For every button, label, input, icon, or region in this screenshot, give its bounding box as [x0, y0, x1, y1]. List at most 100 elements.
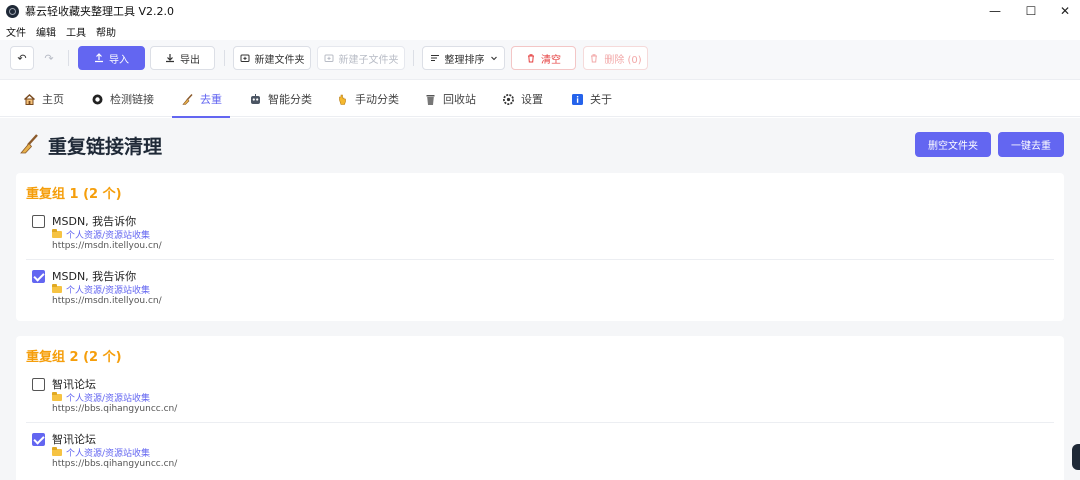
- trash-icon: [528, 54, 534, 63]
- chevron-down-icon: [490, 56, 497, 61]
- toolbar-divider: [224, 50, 225, 66]
- folder-icon: [52, 447, 62, 456]
- folder-icon: [52, 284, 62, 293]
- toolbar-divider: [413, 50, 414, 66]
- list-item[interactable]: 智讯论坛 个人资源/资源站收集 https://bbs.qihangyuncc.…: [26, 422, 1054, 474]
- menu-tools[interactable]: 工具: [66, 24, 86, 39]
- list-item[interactable]: 智讯论坛 个人资源/资源站收集 https://bbs.qihangyuncc.…: [26, 368, 1054, 420]
- page-title: 重复链接清理: [48, 136, 163, 158]
- group-title: 重复组 1 (2 个): [26, 187, 122, 202]
- toolbar-divider: [68, 50, 69, 66]
- tab-recycle-bin[interactable]: 回收站: [423, 81, 476, 117]
- tab-label: 设置: [521, 93, 543, 106]
- dedupe-panel: 重复链接清理 删空文件夹 一键去重 重复组 1 (2 个) MSDN, 我告诉你…: [0, 118, 1080, 480]
- tab-about[interactable]: 关于: [570, 81, 612, 117]
- tab-manual-classify[interactable]: 手动分类: [335, 81, 399, 117]
- tab-bar: 主页 检测链接 去重 智能分类 手动分类 回收站 设置 关于: [0, 81, 1080, 118]
- new-folder-button[interactable]: 新建文件夹: [233, 46, 311, 70]
- item-checkbox[interactable]: [32, 378, 45, 391]
- hand-icon: [335, 92, 349, 106]
- app-title: 慕云轻收藏夹整理工具 V2.2.0: [25, 5, 175, 18]
- tab-dedupe[interactable]: 去重: [172, 81, 230, 118]
- folder-icon: [52, 229, 62, 238]
- item-folder-path: 个人资源/资源站收集: [52, 391, 150, 404]
- list-item[interactable]: MSDN, 我告诉你 个人资源/资源站收集 https://msdn.itell…: [26, 259, 1054, 311]
- item-checkbox[interactable]: [32, 270, 45, 283]
- undo-icon: ↶: [17, 51, 27, 65]
- folder-path-text: 个人资源/资源站收集: [66, 286, 151, 296]
- item-url: https://bbs.qihangyuncc.cn/: [52, 404, 178, 414]
- tab-label: 回收站: [443, 93, 476, 106]
- item-title: 智讯论坛: [52, 433, 96, 446]
- delete-label: 删除 (0): [604, 54, 642, 66]
- tab-check-links[interactable]: 检测链接: [90, 81, 154, 117]
- item-checkbox[interactable]: [32, 215, 45, 228]
- minimize-button[interactable]: —: [975, 0, 1015, 22]
- tab-label: 智能分类: [268, 93, 312, 106]
- item-url: https://msdn.itellyou.cn/: [52, 241, 162, 251]
- export-button[interactable]: 导出: [150, 46, 215, 70]
- tab-label: 关于: [590, 93, 612, 106]
- page-header: 重复链接清理: [18, 132, 162, 159]
- folder-path-text: 个人资源/资源站收集: [66, 231, 151, 241]
- toolbar: ↶ ↷ 导入 导出 新建文件夹 新建子文件夹 整理排序 清空 删除 (0): [0, 40, 1080, 80]
- menu-bar: 文件 编辑 工具 帮助: [0, 22, 126, 40]
- menu-edit[interactable]: 编辑: [36, 24, 56, 39]
- undo-button[interactable]: ↶: [10, 46, 34, 70]
- item-folder-path: 个人资源/资源站收集: [52, 283, 150, 296]
- item-folder-path: 个人资源/资源站收集: [52, 228, 150, 241]
- new-subfolder-button[interactable]: 新建子文件夹: [317, 46, 405, 70]
- item-url: https://bbs.qihangyuncc.cn/: [52, 459, 178, 469]
- close-button[interactable]: ✕: [1045, 0, 1080, 22]
- item-title: MSDN, 我告诉你: [52, 270, 137, 283]
- delete-button[interactable]: 删除 (0): [583, 46, 648, 70]
- menu-help[interactable]: 帮助: [96, 24, 116, 39]
- redo-button[interactable]: ↷: [37, 46, 61, 70]
- one-click-dedupe-button[interactable]: 一键去重: [998, 132, 1064, 157]
- item-folder-path: 个人资源/资源站收集: [52, 446, 150, 459]
- trash-icon: [423, 92, 437, 106]
- info-icon: [570, 92, 584, 106]
- trash-icon: [591, 54, 598, 63]
- clear-button[interactable]: 清空: [511, 46, 576, 70]
- app-logo-icon: [6, 4, 19, 18]
- tab-label: 手动分类: [355, 93, 399, 106]
- title-bar: 慕云轻收藏夹整理工具 V2.2.0 — ☐ ✕: [0, 0, 1080, 22]
- sort-dropdown[interactable]: 整理排序: [422, 46, 505, 70]
- tab-label: 检测链接: [110, 93, 154, 106]
- link-check-icon: [90, 92, 104, 106]
- item-title: 智讯论坛: [52, 378, 96, 391]
- menu-file[interactable]: 文件: [6, 24, 26, 39]
- folder-path-text: 个人资源/资源站收集: [66, 394, 151, 404]
- clear-label: 清空: [541, 54, 561, 66]
- folder-plus-icon: [240, 54, 249, 62]
- new-folder-label: 新建文件夹: [254, 54, 305, 66]
- item-title: MSDN, 我告诉你: [52, 215, 137, 228]
- home-icon: [22, 92, 36, 106]
- gear-icon: [501, 92, 515, 106]
- tab-home[interactable]: 主页: [22, 81, 64, 117]
- tab-settings[interactable]: 设置: [501, 81, 543, 117]
- floating-widget[interactable]: [1072, 444, 1080, 470]
- import-label: 导入: [109, 54, 129, 66]
- upload-icon: [95, 53, 103, 63]
- duplicate-group: 重复组 1 (2 个) MSDN, 我告诉你 个人资源/资源站收集 https:…: [16, 173, 1064, 321]
- broom-icon: [18, 133, 40, 158]
- tab-label: 主页: [42, 93, 64, 106]
- folder-plus-icon: [324, 54, 333, 62]
- folder-path-text: 个人资源/资源站收集: [66, 449, 151, 459]
- delete-empty-folders-button[interactable]: 删空文件夹: [915, 132, 991, 157]
- tab-smart-classify[interactable]: 智能分类: [248, 81, 312, 117]
- item-checkbox[interactable]: [32, 433, 45, 446]
- tab-label: 去重: [200, 93, 222, 106]
- robot-icon: [248, 92, 262, 106]
- export-label: 导出: [180, 54, 200, 66]
- sort-icon: [430, 54, 439, 62]
- duplicate-group: 重复组 2 (2 个) 智讯论坛 个人资源/资源站收集 https://bbs.…: [16, 336, 1064, 480]
- list-item[interactable]: MSDN, 我告诉你 个人资源/资源站收集 https://msdn.itell…: [26, 205, 1054, 257]
- broom-icon: [180, 92, 194, 106]
- download-icon: [166, 54, 174, 63]
- item-url: https://msdn.itellyou.cn/: [52, 296, 162, 306]
- import-button[interactable]: 导入: [78, 46, 145, 70]
- new-subfolder-label: 新建子文件夹: [338, 54, 399, 66]
